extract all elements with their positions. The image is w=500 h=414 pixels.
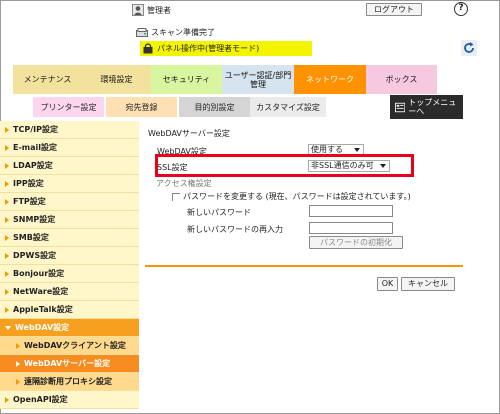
scan-status: スキャン準備完了 <box>136 27 215 38</box>
arrow-right-icon <box>5 198 9 205</box>
tab-user-auth[interactable]: ユーザー認証/部門管理 <box>222 65 294 94</box>
sidebar-item-ldap[interactable]: LDAP設定 <box>0 157 139 175</box>
arrow-right-icon <box>5 306 9 313</box>
checkbox-box[interactable] <box>172 192 180 201</box>
sidebar-item-label: 遠隔診断用プロキシ設定 <box>24 377 112 386</box>
arrow-right-icon <box>5 144 9 151</box>
sidebar-item-ftp[interactable]: FTP設定 <box>0 193 139 211</box>
logout-button[interactable]: ログアウト <box>366 3 422 16</box>
new-password-input[interactable] <box>309 205 393 217</box>
subtab-printer[interactable]: プリンター設定 <box>33 97 104 117</box>
sidebar-item-label: OpenAPI設定 <box>13 395 68 404</box>
scanner-icon <box>136 27 148 37</box>
sidebar-item-bonjour[interactable]: Bonjour設定 <box>0 265 139 283</box>
subtab-customize[interactable]: カスタマイズ設定 <box>250 97 326 117</box>
user-icon <box>132 4 144 16</box>
sidebar-item-label: DPWS設定 <box>13 251 57 260</box>
arrow-right-icon <box>5 396 9 403</box>
init-password-button[interactable]: パスワードの初期化 <box>309 236 403 249</box>
sidebar-item-label: FTP設定 <box>13 197 46 206</box>
arrow-down-icon <box>5 325 11 330</box>
sidebar-item-smb[interactable]: SMB設定 <box>0 229 139 247</box>
panel-lock-icon <box>143 43 153 54</box>
user-name: 管理者 <box>147 5 171 15</box>
sidebar-item-email[interactable]: E-mail設定 <box>0 139 139 157</box>
sidebar-item-label: NetWare設定 <box>13 287 69 296</box>
sidebar-item-label: IPP設定 <box>13 179 44 188</box>
sidebar-item-label: WebDAV設定 <box>15 323 70 332</box>
admin-mode-text: パネル操作中(管理者モード) <box>157 44 260 53</box>
arrow-right-icon <box>5 252 9 259</box>
change-password-checkbox[interactable]: パスワードを変更する (現在、パスワードは設定されています。) <box>172 191 411 202</box>
sidebar-item-snmp[interactable]: SNMP設定 <box>0 211 139 229</box>
sidebar-item-label: SMB設定 <box>13 233 49 242</box>
sidebar-item-label: WebDAVクライアント設定 <box>24 341 126 350</box>
arrow-right-icon <box>5 180 9 187</box>
sidebar-item-appletalk[interactable]: AppleTalk設定 <box>0 301 139 319</box>
sidebar-item-netware[interactable]: NetWare設定 <box>0 283 139 301</box>
user-indicator: 管理者 <box>132 4 171 16</box>
tab-environment[interactable]: 環境設定 <box>82 65 151 94</box>
arrow-right-icon <box>5 216 9 223</box>
arrow-right-icon <box>5 270 9 277</box>
sidebar-item-webdav[interactable]: WebDAV設定 <box>0 319 139 337</box>
sidebar-item-label: TCP/IP設定 <box>13 125 58 134</box>
sidebar-item-label: LDAP設定 <box>13 161 53 170</box>
ok-button[interactable]: OK <box>377 277 398 291</box>
sidebar-item-dpws[interactable]: DPWS設定 <box>0 247 139 265</box>
sidebar-item-label: AppleTalk設定 <box>13 305 73 314</box>
tab-security[interactable]: セキュリティ <box>151 65 222 94</box>
sidebar-item-ipp[interactable]: IPP設定 <box>0 175 139 193</box>
confirm-password-input[interactable] <box>309 222 393 234</box>
sidebar-item-openapi[interactable]: OpenAPI設定 <box>0 391 139 409</box>
top-menu-button[interactable]: トップメニューへ <box>390 95 463 119</box>
arrow-right-icon <box>5 234 9 241</box>
help-icon[interactable]: ? <box>454 2 468 16</box>
tab-maintenance[interactable]: メンテナンス <box>13 65 82 94</box>
tab-box[interactable]: ボックス <box>366 65 437 94</box>
sidebar-item-label: E-mail設定 <box>13 143 58 152</box>
scan-status-text: スキャン準備完了 <box>151 28 215 37</box>
sidebar-item-webdav-client[interactable]: WebDAVクライアント設定 <box>0 337 139 355</box>
subtab-address[interactable]: 宛先登録 <box>106 97 177 117</box>
arrow-right-icon <box>5 288 9 295</box>
arrow-right-icon <box>5 162 9 169</box>
admin-mode-bar: パネル操作中(管理者モード) <box>140 41 312 56</box>
subtab-purpose[interactable]: 目的別設定 <box>179 97 250 117</box>
sidebar-item-tcpip[interactable]: TCP/IP設定 <box>0 121 139 139</box>
arrow-right-icon <box>16 342 20 349</box>
page-title: WebDAVサーバー設定 <box>148 129 230 138</box>
highlight-box <box>155 154 414 177</box>
sidebar-item-webdav-server[interactable]: WebDAVサーバー設定 <box>0 355 139 373</box>
new-password-label: 新しいパスワード <box>187 208 251 217</box>
sidebar: TCP/IP設定 E-mail設定 LDAP設定 IPP設定 FTP設定 SNM… <box>0 121 139 409</box>
top-menu-icon <box>395 102 406 112</box>
sidebar-item-label: Bonjour設定 <box>13 269 65 278</box>
tab-network[interactable]: ネットワーク <box>294 65 366 94</box>
top-menu-label: トップメニューへ <box>408 98 457 116</box>
refresh-icon[interactable] <box>461 40 477 56</box>
sidebar-item-label: SNMP設定 <box>13 215 56 224</box>
arrow-right-icon <box>16 378 20 385</box>
arrow-right-icon <box>5 126 9 133</box>
chevron-down-icon <box>354 148 360 152</box>
change-password-label: パスワードを変更する (現在、パスワードは設定されています。) <box>183 192 411 201</box>
cancel-button[interactable]: キャンセル <box>401 277 455 291</box>
sidebar-item-label: WebDAVサーバー設定 <box>24 359 111 368</box>
divider <box>145 265 463 267</box>
confirm-password-label: 新しいパスワードの再入力 <box>187 225 283 234</box>
arrow-right-icon <box>16 360 20 367</box>
access-label: アクセス権設定 <box>156 179 212 188</box>
sidebar-item-proxy[interactable]: 遠隔診断用プロキシ設定 <box>0 373 139 391</box>
